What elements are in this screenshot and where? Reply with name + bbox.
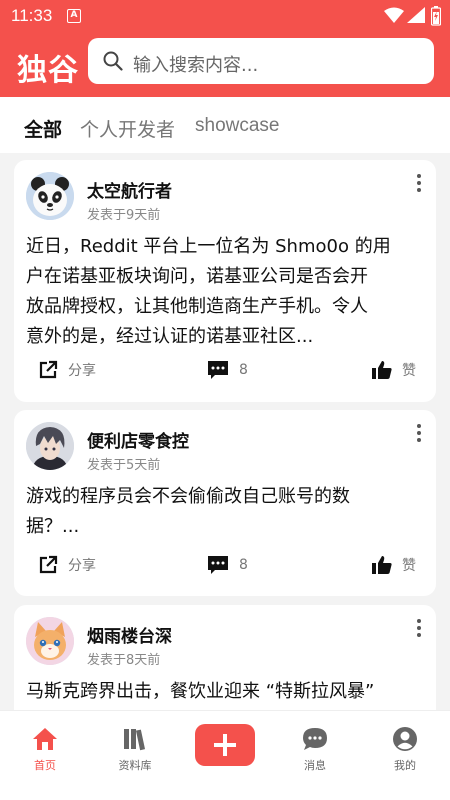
bottom-navigation: 首页 资料库 消息 我的: [0, 710, 450, 800]
post-author[interactable]: 便利店零食控: [87, 427, 189, 452]
post-date: 发表于8天前: [87, 653, 161, 668]
message-icon: [303, 728, 327, 750]
search-input[interactable]: 输入搜索内容...: [88, 38, 434, 84]
anime-boy-avatar[interactable]: [26, 422, 74, 470]
notification-a-icon: A: [67, 9, 81, 23]
post-date: 发表于5天前: [87, 458, 161, 473]
share-icon: [39, 360, 58, 379]
more-options-icon[interactable]: [416, 174, 422, 192]
nav-home-label: 首页: [34, 759, 56, 772]
profile-icon: [393, 727, 417, 751]
signal-icon: [407, 7, 425, 23]
share-button[interactable]: 分享: [38, 360, 96, 380]
share-button[interactable]: 分享: [38, 555, 96, 575]
tab-showcase[interactable]: showcase: [195, 115, 280, 137]
nav-home[interactable]: 首页: [10, 726, 80, 773]
library-icon: [124, 729, 146, 751]
post-line: 据？...: [26, 516, 80, 537]
nav-messages[interactable]: 消息: [280, 726, 350, 773]
more-options-icon[interactable]: [416, 424, 422, 442]
nav-profile[interactable]: 我的: [370, 726, 440, 773]
home-icon: [33, 728, 57, 750]
post-body[interactable]: 游戏的程序员会不会偷偷改自己账号的数 据？...: [26, 482, 422, 542]
comment-button[interactable]: 8: [207, 555, 248, 575]
thumbs-up-icon: [372, 361, 392, 379]
like-label: 赞: [402, 558, 416, 574]
comment-button[interactable]: 8: [207, 360, 248, 380]
nav-profile-label: 我的: [394, 759, 416, 772]
status-time: 11:33: [11, 6, 53, 25]
app-logo: 独谷: [17, 53, 79, 88]
comment-icon: [208, 556, 228, 574]
nav-messages-label: 消息: [304, 759, 326, 772]
like-button[interactable]: 赞: [372, 360, 416, 380]
status-bar: 11:33 A: [0, 0, 450, 32]
search-placeholder: 输入搜索内容...: [133, 55, 259, 76]
post-body[interactable]: 近日，Reddit 平台上一位名为 Shmo0o 的用 户在诺基亚板块询问，诺基…: [26, 232, 422, 352]
post-line: 户在诺基亚板块询问，诺基亚公司是否会开: [26, 266, 368, 287]
post-date: 发表于9天前: [87, 208, 161, 223]
post-line: 放品牌授权，让其他制造商生产手机。令人: [26, 296, 368, 317]
more-options-icon[interactable]: [416, 619, 422, 637]
thumbs-up-icon: [372, 556, 392, 574]
post-line: 游戏的程序员会不会偷偷改自己账号的数: [26, 486, 350, 507]
category-tabs: 全部 个人开发者 showcase: [0, 97, 450, 153]
plus-icon: [214, 734, 236, 756]
post-card[interactable]: 太空航行者 发表于9天前 近日，Reddit 平台上一位名为 Shmo0o 的用…: [14, 160, 436, 402]
tab-indie-developer[interactable]: 个人开发者: [80, 115, 175, 142]
post-card[interactable]: 便利店零食控 发表于5天前 游戏的程序员会不会偷偷改自己账号的数 据？... 分…: [14, 410, 436, 596]
wifi-icon: [384, 7, 404, 23]
nav-library[interactable]: 资料库: [100, 726, 170, 773]
search-icon: [103, 51, 123, 71]
like-label: 赞: [402, 363, 416, 379]
post-author[interactable]: 烟雨楼台深: [87, 622, 172, 647]
comment-icon: [208, 361, 228, 379]
share-label: 分享: [68, 558, 96, 574]
pixel-cat-avatar[interactable]: [26, 617, 74, 665]
comment-count: 8: [239, 362, 248, 378]
tab-all[interactable]: 全部: [24, 115, 62, 142]
post-line: 意外的是，经过认证的诺基亚社区...: [26, 326, 314, 347]
post-line: 马斯克跨界出击，餐饮业迎来 “特斯拉风暴”: [26, 681, 375, 702]
create-post-button[interactable]: [195, 724, 255, 766]
share-label: 分享: [68, 363, 96, 379]
post-card[interactable]: 烟雨楼台深 发表于8天前 马斯克跨界出击，餐饮业迎来 “特斯拉风暴”: [14, 605, 436, 725]
comment-count: 8: [239, 557, 248, 573]
panda-avatar[interactable]: [26, 172, 74, 220]
post-line: 近日，Reddit 平台上一位名为 Shmo0o 的用: [26, 236, 391, 257]
post-body[interactable]: 马斯克跨界出击，餐饮业迎来 “特斯拉风暴”: [26, 677, 422, 707]
nav-library-label: 资料库: [118, 759, 152, 772]
battery-icon: [431, 6, 441, 26]
like-button[interactable]: 赞: [372, 555, 416, 575]
share-icon: [39, 555, 58, 574]
post-author[interactable]: 太空航行者: [87, 177, 172, 202]
